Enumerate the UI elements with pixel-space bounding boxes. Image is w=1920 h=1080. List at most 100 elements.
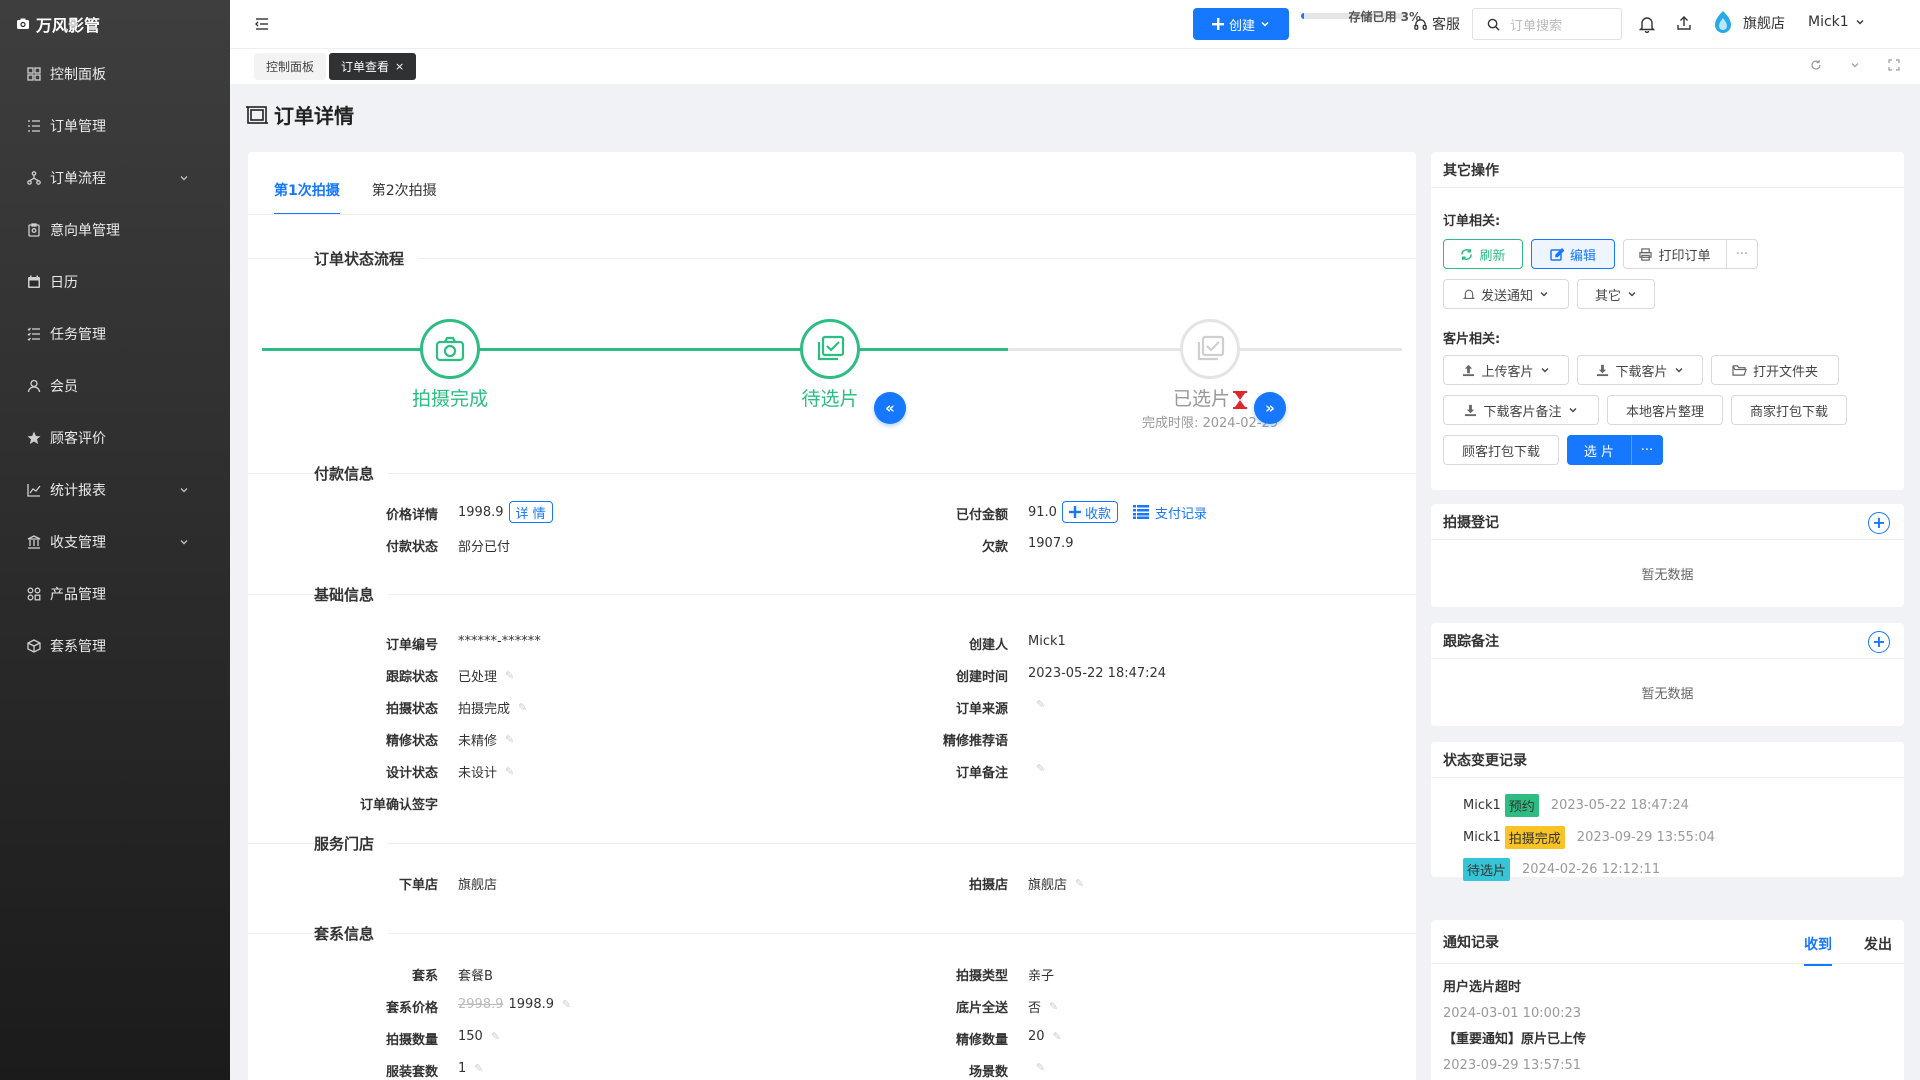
list-icon [1132, 505, 1149, 519]
edit-pencil-icon[interactable]: ✎ [491, 1030, 500, 1043]
bank-icon [26, 535, 42, 549]
select-more-button[interactable]: ··· [1631, 435, 1663, 465]
payment-status-value: 部分已付 [458, 540, 511, 555]
price-detail-button[interactable]: 详 情 [508, 501, 553, 523]
field-value-group: 2023-05-22 18:47:24 [1028, 666, 1166, 681]
other-dropdown-button[interactable]: 其它 [1577, 279, 1655, 309]
upload-icon[interactable] [1676, 15, 1692, 31]
customer-pack-button[interactable]: 顾客打包下载 [1443, 435, 1559, 465]
shoot-store-label: 拍摄店 [968, 878, 1008, 893]
store-name: 旗舰店 [1743, 16, 1785, 32]
edit-button[interactable]: 编辑 [1531, 239, 1615, 269]
field-value-group: 未设计 ✎ [458, 762, 514, 781]
print-more-button[interactable]: ··· [1726, 239, 1758, 269]
edit-pencil-icon[interactable]: ✎ [518, 701, 527, 714]
edit-pencil-icon[interactable]: ✎ [474, 1062, 483, 1075]
add-icon[interactable]: + [1868, 512, 1890, 534]
page-tab-order-view[interactable]: 订单查看 × [329, 53, 417, 80]
sidebar-item-label: 意向单管理 [50, 223, 120, 239]
sidebar-item-5[interactable]: 日历 [0, 256, 230, 308]
page-tab-dashboard[interactable]: 控制面板 [254, 53, 327, 80]
edit-pencil-icon[interactable]: ✎ [562, 998, 571, 1011]
panel-header: 通知记录 收到 发出 [1431, 920, 1904, 966]
section-title-flow: 订单状态流程 [248, 248, 1416, 269]
sidebar-item-12[interactable]: 套系管理 [0, 620, 230, 672]
edit-pencil-icon[interactable]: ✎ [1075, 877, 1084, 890]
collect-button[interactable]: 收款 [1061, 501, 1118, 523]
order-store-label: 下单店 [398, 878, 438, 893]
notice-title[interactable]: 用户选片超时 [1443, 976, 1521, 995]
bell-icon[interactable] [1639, 15, 1655, 33]
tab-shoot-1[interactable]: 第1次拍摄 [274, 180, 340, 215]
tab-sent[interactable]: 发出 [1864, 934, 1892, 954]
edit-pencil-icon[interactable]: ✎ [1053, 1030, 1062, 1043]
field-label: 套系 [411, 969, 438, 984]
upload-photos-button[interactable]: 上传客片 [1443, 355, 1569, 385]
local-organize-button[interactable]: 本地客片整理 [1607, 395, 1723, 425]
sidebar-item-label: 订单管理 [50, 119, 106, 135]
field-label: 创建人 [968, 638, 1008, 653]
calendar-icon [26, 275, 42, 289]
sidebar-item-3[interactable]: 订单流程 [0, 152, 230, 204]
tab-shoot-2[interactable]: 第2次拍摄 [372, 180, 437, 215]
edit-pencil-icon[interactable]: ✎ [1036, 1061, 1045, 1074]
search-icon [1487, 18, 1500, 31]
notice-title[interactable]: 【重要通知】原片已上传 [1443, 1028, 1586, 1047]
sidebar-item-7[interactable]: 会员 [0, 360, 230, 412]
app-logo[interactable]: 万风影管 [0, 0, 230, 48]
sidebar-item-label: 套系管理 [50, 639, 106, 655]
edit-pencil-icon[interactable]: ✎ [505, 733, 514, 746]
payment-records-link[interactable]: 支付记录 [1132, 503, 1207, 522]
refresh-icon[interactable] [1810, 59, 1822, 71]
sidebar-item-9[interactable]: 统计报表 [0, 464, 230, 516]
sidebar-item-label: 任务管理 [50, 327, 106, 343]
panel-title: 拍摄登记 [1443, 514, 1499, 531]
sidebar-item-6[interactable]: 任务管理 [0, 308, 230, 360]
field-value-group: 否 ✎ [1028, 997, 1058, 1016]
page-tab-label: 控制面板 [266, 60, 315, 74]
fullscreen-icon[interactable] [1888, 59, 1900, 71]
merchant-pack-button[interactable]: 商家打包下载 [1731, 395, 1847, 425]
flow-prev-button[interactable]: « [874, 392, 906, 424]
camera-icon [435, 336, 465, 362]
section-title-package: 套系信息 [248, 923, 1416, 944]
price-value-group: 1998.9 详 情 [458, 501, 553, 523]
sidebar-item-2[interactable]: 订单管理 [0, 100, 230, 152]
send-notice-button[interactable]: 发送通知 [1443, 279, 1569, 309]
support-link[interactable]: 客服 [1413, 14, 1460, 34]
add-icon[interactable]: + [1868, 631, 1890, 653]
store-switcher[interactable]: 旗舰店 [1711, 10, 1785, 36]
log-user: Mick1 [1463, 798, 1501, 813]
sidebar-item-10[interactable]: 收支管理 [0, 516, 230, 568]
print-order-button[interactable]: 打印订单 [1623, 239, 1727, 269]
download-notes-button[interactable]: 下载客片备注 [1443, 395, 1599, 425]
edit-pencil-icon[interactable]: ✎ [505, 765, 514, 778]
menu-collapse-icon[interactable] [254, 16, 270, 32]
create-button[interactable]: 创建 [1193, 8, 1289, 40]
user-icon [26, 379, 42, 393]
edit-pencil-icon[interactable]: ✎ [505, 669, 514, 682]
order-search-input[interactable]: 订单搜索 [1472, 8, 1622, 40]
sidebar-item-4[interactable]: 意向单管理 [0, 204, 230, 256]
chevron-down-icon[interactable] [1850, 59, 1860, 71]
field-label: 订单确认签字 [359, 798, 438, 813]
sidebar-item-11[interactable]: 产品管理 [0, 568, 230, 620]
close-icon[interactable]: × [395, 60, 404, 73]
user-menu[interactable]: Mick1 [1808, 14, 1865, 30]
select-photos-button[interactable]: 选 片 [1567, 435, 1631, 465]
flow-next-button[interactable]: » [1254, 392, 1286, 424]
open-folder-button[interactable]: 打开文件夹 [1711, 355, 1839, 385]
edit-pencil-icon[interactable]: ✎ [1049, 1000, 1058, 1013]
field-label: 跟踪状态 [385, 670, 438, 685]
refresh-button[interactable]: 刷新 [1443, 239, 1523, 269]
tab-received[interactable]: 收到 [1804, 934, 1832, 966]
sidebar-item-1[interactable]: 控制面板 [0, 48, 230, 100]
sidebar-item-8[interactable]: 顾客评价 [0, 412, 230, 464]
print-label: 打印订单 [1658, 248, 1711, 264]
download-photos-button[interactable]: 下载客片 [1577, 355, 1703, 385]
refresh-icon [1460, 248, 1473, 261]
edit-pencil-icon[interactable]: ✎ [1036, 698, 1045, 711]
edit-pencil-icon[interactable]: ✎ [1036, 762, 1045, 775]
log-user: Mick1 [1463, 830, 1501, 845]
field-value: 20 [1028, 1029, 1045, 1044]
